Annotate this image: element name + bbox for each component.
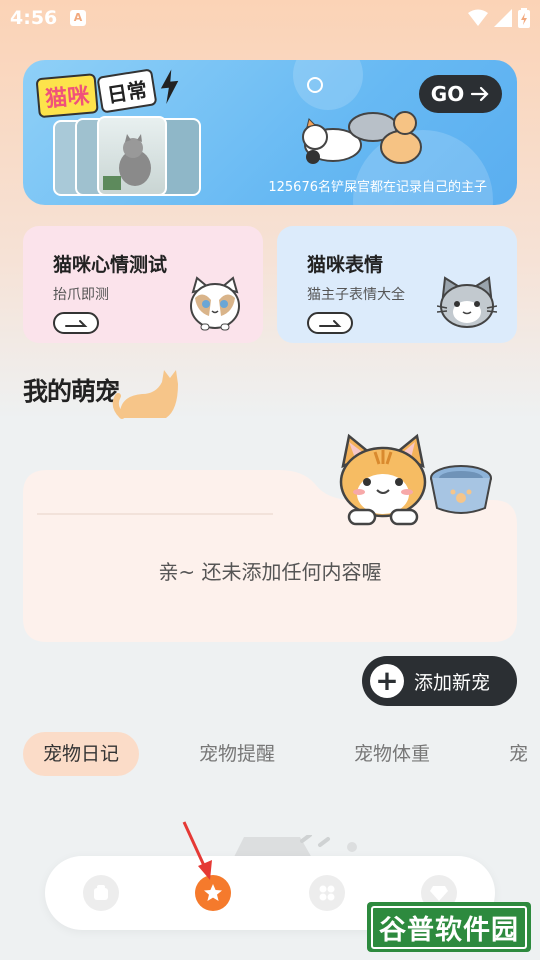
status-time: 4:56 <box>10 7 58 29</box>
go-label: GO <box>430 82 465 106</box>
card-subtitle: 猫主子表情大全 <box>307 287 405 303</box>
banner-caption: 125676名铲屎官都在记录自己的主子 <box>268 180 487 195</box>
signal-icon <box>494 9 512 27</box>
nav-discover[interactable] <box>309 875 345 911</box>
arrow-right-icon <box>319 320 342 327</box>
tab-pet-weight[interactable]: 宠物体重 <box>334 732 450 776</box>
pet-empty-card: 亲~ 还未添加任何内容喔 <box>23 433 517 642</box>
cat-silhouette-icon <box>112 370 178 419</box>
cat-emoji-card[interactable]: 猫咪表情 猫主子表情大全 <box>277 226 517 343</box>
notification-icon: A <box>70 10 86 26</box>
card-title: 猫咪表情 <box>307 254 384 276</box>
tab-more[interactable]: 宠 <box>489 732 540 776</box>
lightning-icon <box>160 69 179 105</box>
pet-empty-text: 亲~ 还未添加任何内容喔 <box>158 560 382 584</box>
card-title: 猫咪心情测试 <box>53 254 168 276</box>
card-arrow-button[interactable] <box>307 312 353 334</box>
plus-icon: + <box>370 664 404 698</box>
site-watermark: 谷普软件园 <box>367 902 531 952</box>
tab-pet-reminder[interactable]: 宠物提醒 <box>179 732 295 776</box>
add-new-pet-label: 添加新宠 <box>414 671 491 694</box>
record-tabs: 宠物日记 宠物提醒 宠物体重 宠 <box>23 732 540 778</box>
watermark-text: 谷普软件园 <box>371 905 527 949</box>
diamond-icon <box>430 886 448 901</box>
home-icon <box>94 885 108 900</box>
banner-title-part-a: 猫咪 <box>35 73 99 119</box>
nav-home[interactable] <box>83 875 119 911</box>
arrow-right-icon <box>471 86 489 102</box>
daily-banner[interactable]: 猫咪 日常 GO 125676名铲屎官都在记录自己的主子 <box>23 60 517 205</box>
arrow-right-icon <box>65 320 88 327</box>
banner-title-part-b: 日常 <box>96 67 158 114</box>
grid-icon <box>319 885 335 901</box>
cats-illustration <box>302 77 422 164</box>
status-bar: 4:56 A <box>0 0 540 36</box>
pet-bowl-icon <box>430 465 492 514</box>
ragdoll-cat-icon <box>190 276 240 331</box>
go-button[interactable]: GO <box>419 75 502 113</box>
battery-icon <box>518 8 530 28</box>
orange-cat-icon <box>339 433 427 526</box>
mood-test-card[interactable]: 猫咪心情测试 抬爪即测 <box>23 226 263 343</box>
star-icon <box>204 884 222 901</box>
card-arrow-button[interactable] <box>53 312 99 334</box>
wifi-icon <box>468 9 488 26</box>
pointer-arrow-icon <box>182 821 212 880</box>
card-subtitle: 抬爪即测 <box>53 287 109 303</box>
banner-title: 猫咪 日常 <box>35 66 183 119</box>
section-title: 我的萌宠 <box>23 377 120 406</box>
tab-pet-diary[interactable]: 宠物日记 <box>23 732 140 776</box>
grey-cat-icon <box>437 276 497 328</box>
status-icons <box>468 8 530 28</box>
add-new-pet-button[interactable]: + 添加新宠 <box>362 656 517 706</box>
